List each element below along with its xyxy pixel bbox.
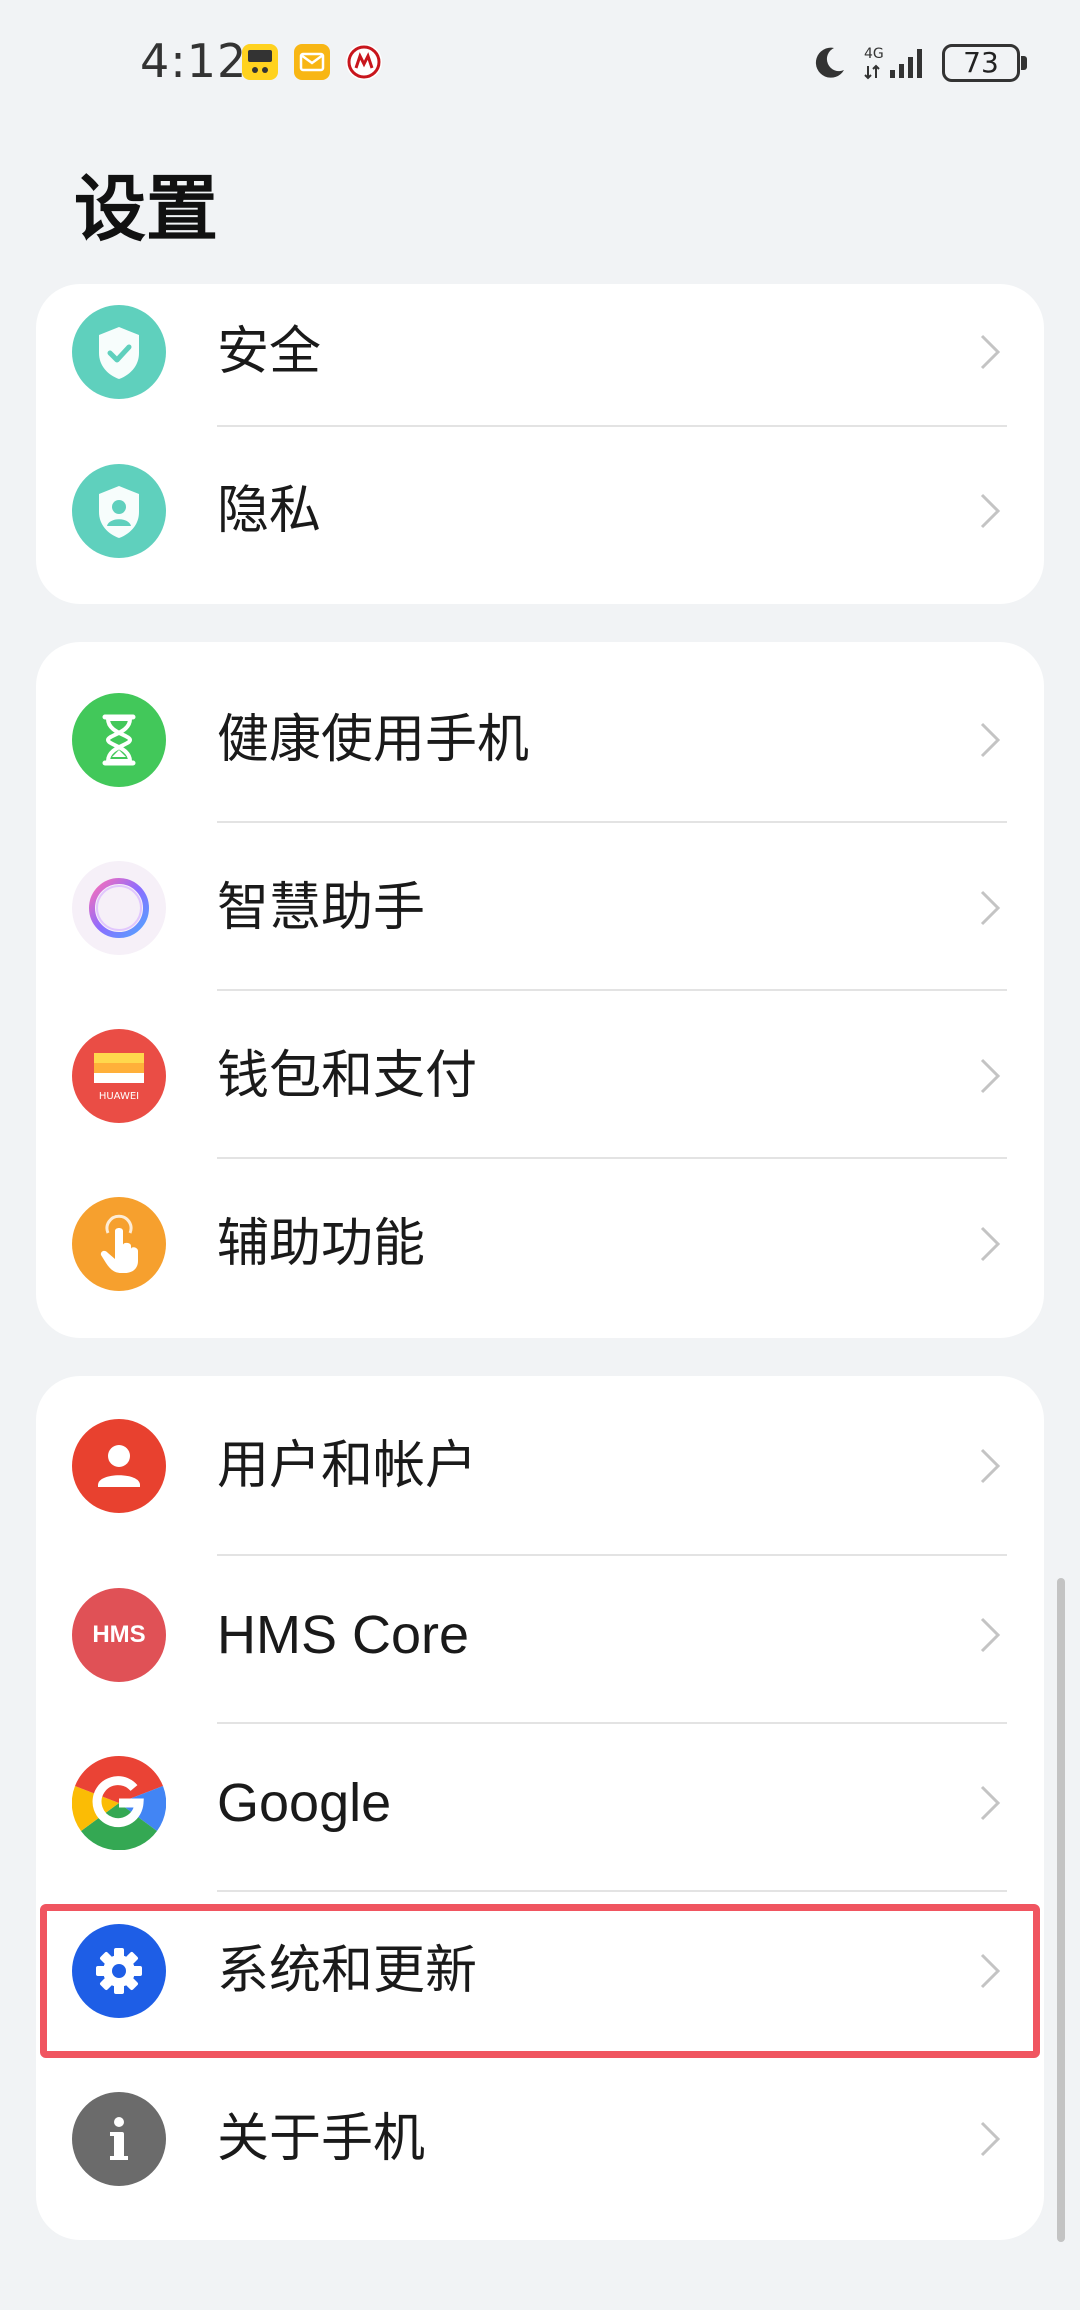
settings-item-privacy[interactable]: 隐私 — [36, 427, 1044, 595]
battery-tip — [1021, 56, 1027, 70]
wallet-brand-text: HUAWEI — [99, 1091, 139, 1102]
settings-item-label: 隐私 — [217, 481, 322, 541]
settings-item-label: 系统和更新 — [217, 1941, 478, 2001]
privacy-shield-icon — [72, 464, 166, 558]
do-not-disturb-icon — [815, 47, 844, 78]
chevron-right-icon — [980, 890, 1001, 926]
settings-item-security[interactable]: 安全 — [36, 284, 1044, 436]
settings-item-label: 关于手机 — [217, 2109, 426, 2169]
chevron-right-icon — [980, 722, 1001, 758]
shield-check-icon — [72, 305, 166, 399]
divider — [217, 989, 1007, 991]
settings-item-system-update[interactable]: 系统和更新 — [36, 1887, 1044, 2055]
chevron-right-icon — [980, 334, 1001, 370]
settings-item-accessibility[interactable]: 辅助功能 — [36, 1160, 1044, 1328]
hourglass-icon — [72, 693, 166, 787]
settings-item-hms-core[interactable]: HMS HMS Core — [36, 1551, 1044, 1719]
page-title: 设置 — [74, 167, 219, 251]
settings-item-smart-assistant[interactable]: 智慧助手 — [36, 824, 1044, 992]
network-type-label: 4G — [864, 46, 884, 62]
settings-item-label: 安全 — [217, 322, 322, 382]
chevron-right-icon — [980, 1448, 1001, 1484]
chevron-right-icon — [980, 1226, 1001, 1262]
settings-item-label: 用户和帐户 — [217, 1436, 478, 1496]
settings-item-google[interactable]: Google — [36, 1719, 1044, 1887]
settings-item-label: HMS Core — [217, 1605, 470, 1665]
chevron-right-icon — [980, 1953, 1001, 1989]
settings-item-digital-balance[interactable]: 健康使用手机 — [36, 656, 1044, 824]
divider — [217, 821, 1007, 823]
settings-group-features: 健康使用手机 智慧助手 HUAWEI 钱包和支付 辅助功能 — [36, 642, 1044, 1338]
mail-notification-icon — [294, 44, 330, 80]
notification-app-icon — [242, 44, 278, 80]
bank-notification-icon — [346, 44, 382, 80]
settings-group-system: 用户和帐户 HMS HMS Core Google 系统和更新 关于手机 — [36, 1376, 1044, 2240]
hms-icon-text: HMS — [92, 1621, 145, 1648]
celia-ring-icon — [72, 861, 166, 955]
divider — [217, 1157, 1007, 1159]
chevron-right-icon — [980, 493, 1001, 529]
settings-screen: 4:12 4G 73 设置 安全 隐私 健康使用手机 智慧助手 HUAWEI 钱… — [0, 0, 1080, 2310]
hms-icon: HMS — [72, 1588, 166, 1682]
chevron-right-icon — [980, 1785, 1001, 1821]
huawei-wallet-icon: HUAWEI — [72, 1029, 166, 1123]
user-icon — [72, 1419, 166, 1513]
settings-item-label: 钱包和支付 — [217, 1046, 478, 1106]
scrollbar[interactable] — [1057, 1578, 1065, 2242]
chevron-right-icon — [980, 1058, 1001, 1094]
battery-indicator: 73 — [942, 44, 1020, 82]
info-icon — [72, 2092, 166, 2186]
settings-item-label: 辅助功能 — [217, 1214, 426, 1274]
chevron-right-icon — [980, 1617, 1001, 1653]
hand-touch-icon — [72, 1197, 166, 1291]
status-time: 4:12 — [140, 34, 248, 88]
settings-group-security: 安全 隐私 — [36, 284, 1044, 604]
settings-item-label: 智慧助手 — [217, 878, 426, 938]
status-bar: 4:12 4G 73 — [0, 0, 1080, 130]
settings-item-label: 健康使用手机 — [217, 710, 530, 770]
settings-item-wallet[interactable]: HUAWEI 钱包和支付 — [36, 992, 1044, 1160]
settings-item-label: Google — [217, 1773, 392, 1833]
cellular-signal-icon: 4G — [864, 46, 922, 80]
settings-item-users-accounts[interactable]: 用户和帐户 — [36, 1382, 1044, 1550]
chevron-right-icon — [980, 2121, 1001, 2157]
settings-item-about-phone[interactable]: 关于手机 — [36, 2055, 1044, 2223]
gear-icon — [72, 1924, 166, 2018]
google-icon — [72, 1756, 166, 1850]
